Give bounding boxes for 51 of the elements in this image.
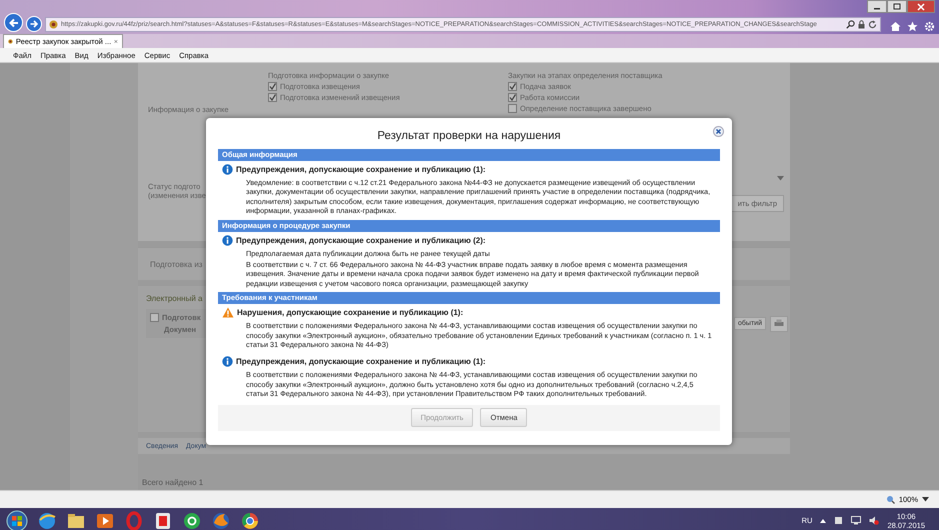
left-arrow-icon [8,18,18,28]
checkbox[interactable] [508,104,517,113]
message-heading: Предупреждения, допускающие сохранение и публикацию (2): [236,236,486,245]
close-icon [713,126,724,137]
close-button[interactable] [907,0,935,13]
speaker-icon [869,516,880,525]
results-count: Всего найдено 1 [141,477,204,487]
maximize-icon [893,3,901,10]
warning-icon [222,307,234,318]
dropdown-arrow-icon [777,176,784,180]
checkbox[interactable] [268,82,277,91]
caret-up-icon [820,518,826,522]
maximize-button[interactable] [887,0,907,13]
forward-button[interactable] [26,16,42,32]
back-button[interactable] [4,13,23,32]
message-heading: Нарушения, допускающие сохранение и публикацию (1): [237,308,464,318]
close-icon [917,2,925,10]
message-heading: Предупреждения, допускающие сохранение и публикацию (1): [236,165,486,174]
star-icon [907,21,918,32]
ring-icon [124,510,144,530]
info-icon [222,356,233,368]
checkbox[interactable] [268,93,277,102]
procurement-type: Электронный а [146,294,202,303]
dropdown-arrow-icon [922,497,929,502]
address-bar[interactable] [45,17,881,32]
settings-icon [924,21,935,32]
search-icon [846,20,855,29]
printer-icon [774,318,784,326]
right-arrow-icon [30,20,38,28]
app-tile-icon [153,510,173,530]
minimize-button[interactable] [867,0,887,13]
color-wheel-icon [240,510,260,530]
refresh-icon [868,20,877,29]
dialog-title: Результат проверки на нарушения [376,129,562,144]
emblem-icon [49,20,58,29]
globe-icon [37,510,57,530]
monitor-icon [851,516,862,525]
home-icon [890,21,901,32]
checkbox[interactable] [150,313,159,322]
zoom-icon [886,495,895,504]
message-heading: Предупреждения, допускающие сохранение и публикацию (1): [236,357,486,366]
emblem-icon [8,37,13,46]
start-orb-icon [6,510,28,530]
info-icon [222,234,233,246]
fox-globe-icon [211,510,231,530]
info-icon [222,164,233,175]
lock-icon [858,20,865,29]
checkbox[interactable] [508,93,517,102]
checkbox[interactable] [508,82,517,91]
close-icon [114,38,118,45]
at-sign-icon [182,510,202,530]
